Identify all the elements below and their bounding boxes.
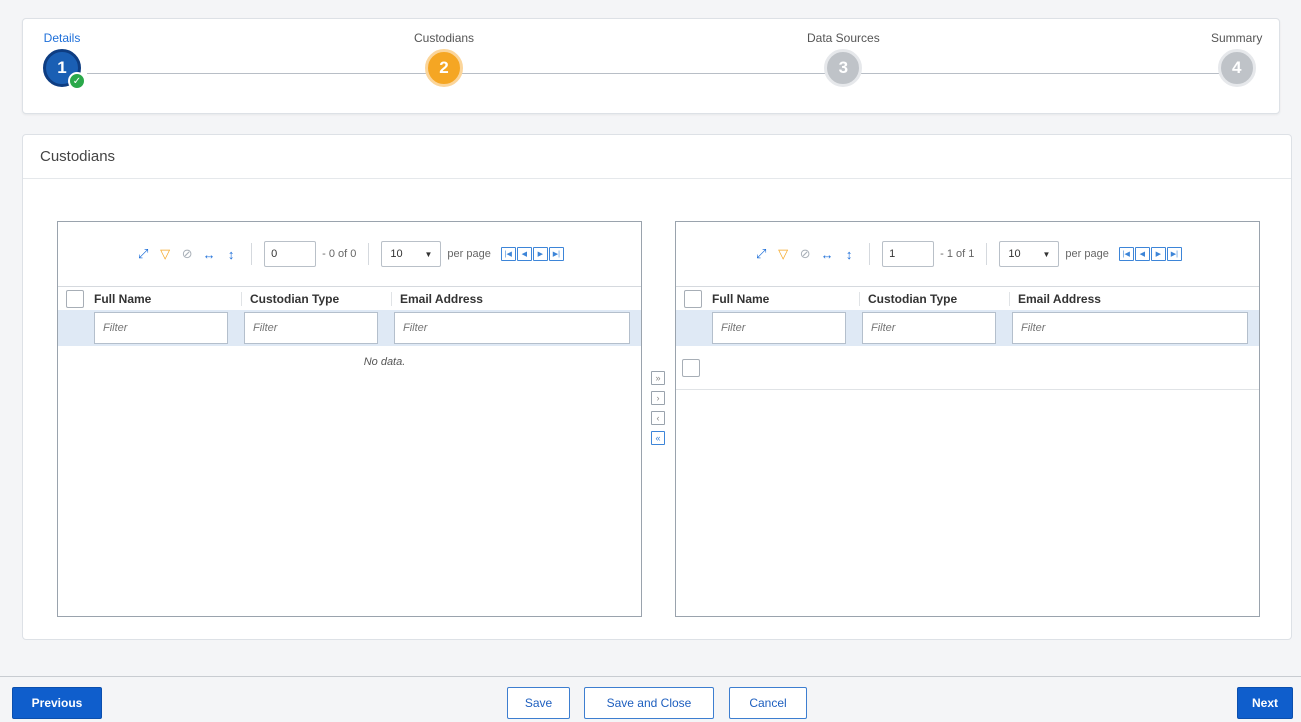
- per-page-select[interactable]: 10 ▼: [381, 241, 442, 267]
- prev-page-icon[interactable]: ◀: [1134, 247, 1150, 261]
- table-row[interactable]: [676, 346, 1259, 390]
- fit-columns-icon[interactable]: ↔: [201, 246, 217, 262]
- header-checkbox-cell: [58, 289, 92, 308]
- grid-toolbar: ⤢ ▽ ⊘ ↔ ↕ - 1 of 1 10 ▼ per page |◀ ◀ ▶ …: [676, 222, 1259, 286]
- move-right-icon[interactable]: ›: [651, 391, 665, 405]
- row-checkbox[interactable]: [682, 358, 700, 377]
- move-all-right-icon[interactable]: »: [651, 371, 665, 385]
- step-number: 3: [838, 58, 849, 77]
- step-circle: 2: [425, 49, 464, 87]
- page-count: - 1 of 1: [940, 248, 975, 260]
- column-header-email[interactable]: Email Address: [1010, 292, 1101, 306]
- grid-toolbar: ⤢ ▽ ⊘ ↔ ↕ - 0 of 0 10 ▼ per page |◀ ◀ ▶ …: [58, 222, 641, 286]
- per-page-value: 10: [390, 248, 403, 260]
- expand-icon[interactable]: ⤢: [135, 246, 151, 262]
- column-header-full-name[interactable]: Full Name: [710, 291, 860, 306]
- wizard-step-custodians[interactable]: Custodians 2: [414, 31, 474, 87]
- available-custodians-grid: ⤢ ▽ ⊘ ↔ ↕ - 0 of 0 10 ▼ per page |◀ ◀ ▶ …: [57, 221, 642, 617]
- per-page-label: per page: [1065, 248, 1109, 260]
- empty-message: No data.: [363, 356, 406, 368]
- filter-full-name-input[interactable]: [712, 312, 846, 344]
- step-label: Details: [43, 31, 81, 45]
- column-header-full-name[interactable]: Full Name: [92, 291, 242, 306]
- wizard-step-data-sources[interactable]: Data Sources 3: [807, 31, 880, 87]
- column-header-email[interactable]: Email Address: [392, 292, 483, 306]
- pager: |◀ ◀ ▶ ▶|: [1118, 247, 1182, 261]
- fit-rows-icon[interactable]: ↕: [841, 246, 857, 262]
- pager: |◀ ◀ ▶ ▶|: [500, 247, 564, 261]
- filter-full-name-input[interactable]: [94, 312, 228, 344]
- move-all-left-icon[interactable]: «: [651, 431, 665, 445]
- step-label: Data Sources: [807, 31, 880, 45]
- first-page-icon[interactable]: |◀: [1118, 247, 1134, 261]
- save-and-close-button[interactable]: Save and Close: [584, 687, 714, 719]
- wizard-progress-line: [87, 73, 1243, 74]
- header-checkbox-cell: [676, 289, 710, 308]
- chevron-down-icon: ▼: [424, 249, 433, 259]
- page-number-input[interactable]: [264, 241, 317, 267]
- filter-icon[interactable]: ▽: [157, 246, 173, 262]
- toolbar-divider: [368, 243, 370, 265]
- selected-custodians-grid: ⤢ ▽ ⊘ ↔ ↕ - 1 of 1 10 ▼ per page |◀ ◀ ▶ …: [675, 221, 1260, 617]
- column-header-custodian-type[interactable]: Custodian Type: [242, 291, 392, 306]
- check-icon: ✓: [68, 72, 86, 90]
- filter-row: [676, 310, 1259, 346]
- filter-row: [58, 310, 641, 346]
- select-all-checkbox[interactable]: [66, 289, 84, 308]
- save-button[interactable]: Save: [507, 687, 570, 719]
- per-page-select[interactable]: 10 ▼: [999, 241, 1060, 267]
- column-header-custodian-type[interactable]: Custodian Type: [860, 291, 1010, 306]
- expand-icon[interactable]: ⤢: [753, 246, 769, 262]
- panel-title: Custodians: [23, 135, 1291, 179]
- per-page-label: per page: [447, 248, 491, 260]
- cancel-button[interactable]: Cancel: [729, 687, 807, 719]
- page-number-input[interactable]: [882, 241, 935, 267]
- filter-email-input[interactable]: [394, 312, 630, 344]
- next-page-icon[interactable]: ▶: [532, 247, 548, 261]
- last-page-icon[interactable]: ▶|: [548, 247, 564, 261]
- wizard-step-details[interactable]: Details 1 ✓: [43, 31, 86, 90]
- fit-columns-icon[interactable]: ↔: [819, 246, 835, 262]
- step-circle: 3: [824, 49, 863, 87]
- fit-rows-icon[interactable]: ↕: [223, 246, 239, 262]
- wizard-stepper: Details 1 ✓ Custodians 2 Data Sources 3 …: [22, 18, 1280, 114]
- previous-button[interactable]: Previous: [12, 687, 102, 719]
- step-number: 1: [57, 58, 67, 77]
- step-circle: 4: [1217, 49, 1256, 87]
- step-number: 4: [1231, 58, 1242, 77]
- toolbar-divider: [869, 243, 871, 265]
- grid-header: Full Name Custodian Type Email Address: [58, 286, 641, 310]
- per-page-value: 10: [1008, 248, 1021, 260]
- clear-filter-icon[interactable]: ⊘: [797, 246, 813, 262]
- wizard-step-summary[interactable]: Summary 4: [1211, 31, 1262, 87]
- move-left-icon[interactable]: ‹: [651, 411, 665, 425]
- step-circle: 1 ✓: [43, 49, 86, 90]
- filter-custodian-type-input[interactable]: [862, 312, 996, 344]
- chevron-down-icon: ▼: [1042, 249, 1051, 259]
- next-page-icon[interactable]: ▶: [1150, 247, 1166, 261]
- filter-custodian-type-input[interactable]: [244, 312, 378, 344]
- page-count: - 0 of 0: [322, 248, 357, 260]
- grid-header: Full Name Custodian Type Email Address: [676, 286, 1259, 310]
- custodians-panel: Custodians ⤢ ▽ ⊘ ↔ ↕ - 0 of 0 10 ▼ per p…: [22, 134, 1292, 640]
- step-number: 2: [439, 58, 449, 77]
- last-page-icon[interactable]: ▶|: [1166, 247, 1182, 261]
- select-all-checkbox[interactable]: [684, 289, 702, 308]
- toolbar-divider: [986, 243, 988, 265]
- footer-bar: Previous Save Save and Close Cancel Next: [0, 676, 1301, 722]
- toolbar-divider: [251, 243, 253, 265]
- transfer-controls: » › ‹ «: [651, 371, 665, 445]
- filter-icon[interactable]: ▽: [775, 246, 791, 262]
- step-label: Summary: [1211, 31, 1263, 45]
- step-label: Custodians: [414, 31, 475, 45]
- first-page-icon[interactable]: |◀: [500, 247, 516, 261]
- filter-email-input[interactable]: [1012, 312, 1248, 344]
- next-button[interactable]: Next: [1237, 687, 1293, 719]
- clear-filter-icon[interactable]: ⊘: [179, 246, 195, 262]
- prev-page-icon[interactable]: ◀: [516, 247, 532, 261]
